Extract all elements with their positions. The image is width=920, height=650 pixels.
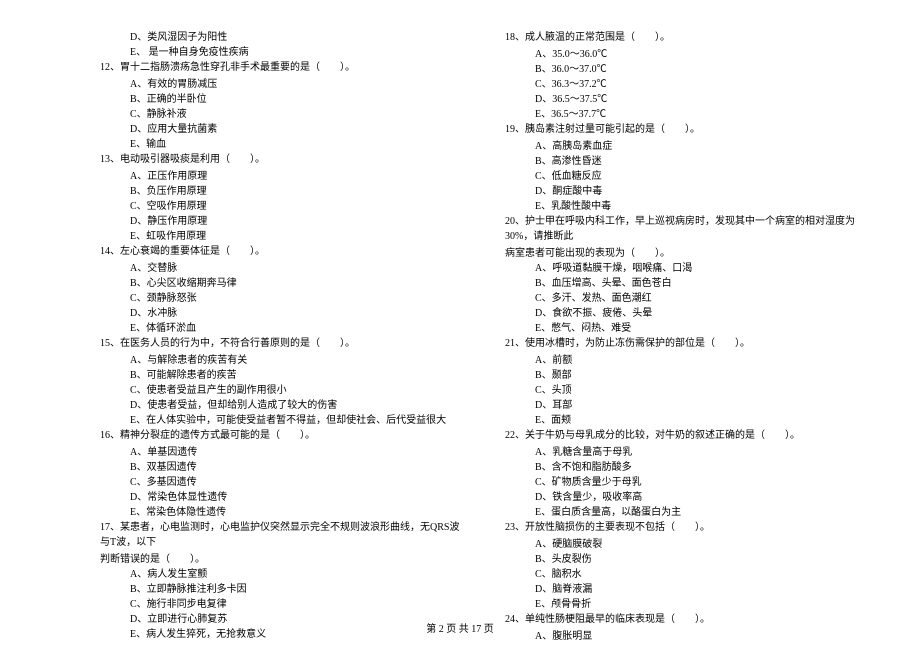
answer-option: A、交替脉 <box>100 261 465 276</box>
answer-option: B、心尖区收缩期奔马律 <box>100 276 465 291</box>
answer-option: D、耳部 <box>505 398 870 413</box>
question-text: 14、左心衰竭的重要体征是（ ）。 <box>100 244 465 259</box>
question-text: 19、胰岛素注射过量可能引起的是（ ）。 <box>505 122 870 137</box>
answer-option: A、正压作用原理 <box>100 169 465 184</box>
answer-option: A、病人发生室颤 <box>100 567 465 582</box>
question-text: 18、成人腋温的正常范围是（ ）。 <box>505 30 870 45</box>
answer-option: B、立即静脉推注利多卡因 <box>100 582 465 597</box>
answer-option: D、铁含量少，吸收率高 <box>505 490 870 505</box>
answer-option: C、低血糖反应 <box>505 169 870 184</box>
answer-option: A、硬脑膜破裂 <box>505 537 870 552</box>
question-text: 22、关于牛奶与母乳成分的比较，对牛奶的叙述正确的是（ ）。 <box>505 428 870 443</box>
answer-option: D、脑脊液漏 <box>505 582 870 597</box>
answer-option: A、35.0～36.0℃ <box>505 47 870 62</box>
question-continuation: 判断错误的是（ ）。 <box>100 552 465 567</box>
answer-option: C、36.3～37.2℃ <box>505 77 870 92</box>
answer-option: B、36.0～37.0℃ <box>505 62 870 77</box>
answer-option: E、常染色体隐性遗传 <box>100 505 465 520</box>
right-column: 18、成人腋温的正常范围是（ ）。 A、35.0～36.0℃B、36.0～37.0… <box>505 30 870 644</box>
question-continuation: 病室患者可能出现的表现为（ ）。 <box>505 246 870 261</box>
answer-option: D、酮症酸中毒 <box>505 184 870 199</box>
answer-option: C、空吸作用原理 <box>100 199 465 214</box>
answer-option: B、可能解除患者的疾苦 <box>100 368 465 383</box>
question-text: 15、在医务人员的行为中，不符合行善原则的是（ ）。 <box>100 336 465 351</box>
answer-option: C、颈静脉怒张 <box>100 291 465 306</box>
answer-option: E、输血 <box>100 137 465 152</box>
answer-option: B、头皮裂伤 <box>505 552 870 567</box>
answer-option: D、静压作用原理 <box>100 214 465 229</box>
answer-option: B、血压增高、头晕、面色苍白 <box>505 276 870 291</box>
answer-option: E、蛋白质含量高，以酪蛋白为主 <box>505 505 870 520</box>
answer-option: D、常染色体显性遗传 <box>100 490 465 505</box>
answer-option: A、单基因遗传 <box>100 445 465 460</box>
question-text: 12、胃十二指肠溃疡急性穿孔非手术最重要的是（ ）。 <box>100 60 465 75</box>
answer-option: E、乳酸性酸中毒 <box>505 199 870 214</box>
answer-option: C、矿物质含量少于母乳 <box>505 475 870 490</box>
answer-option: E、 是一种自身免疫性疾病 <box>100 45 465 60</box>
answer-option: A、乳糖含量高于母乳 <box>505 445 870 460</box>
answer-option: E、颅骨骨折 <box>505 597 870 612</box>
question-text: 20、护士甲在呼吸内科工作，早上巡视病房时，发现其中一个病室的相对湿度为30%，… <box>505 214 870 244</box>
answer-option: B、双基因遗传 <box>100 460 465 475</box>
question-text: 16、精神分裂症的遗传方式最可能的是（ ）。 <box>100 428 465 443</box>
answer-option: E、面颊 <box>505 413 870 428</box>
answer-option: B、负压作用原理 <box>100 184 465 199</box>
answer-option: C、多汗、发热、面色潮红 <box>505 291 870 306</box>
question-text: 13、电动吸引器吸痰是利用（ ）。 <box>100 152 465 167</box>
question-text: 17、某患者，心电监测时，心电监护仪突然显示完全不规则波浪形曲线，无QRS波与T… <box>100 520 465 550</box>
answer-option: A、与解除患者的疾苦有关 <box>100 353 465 368</box>
answer-option: D、使患者受益，但却给别人造成了较大的伤害 <box>100 398 465 413</box>
answer-option: D、类风湿因子为阳性 <box>100 30 465 45</box>
answer-option: C、使患者受益且产生的副作用很小 <box>100 383 465 398</box>
answer-option: B、颞部 <box>505 368 870 383</box>
answer-option: E、体循环淤血 <box>100 321 465 336</box>
answer-option: C、施行非同步电复律 <box>100 597 465 612</box>
answer-option: E、36.5～37.7℃ <box>505 107 870 122</box>
answer-option: E、憋气、闷热、难受 <box>505 321 870 336</box>
answer-option: A、呼吸道黏膜干燥，咽喉痛、口渴 <box>505 261 870 276</box>
page-footer: 第 2 页 共 17 页 <box>0 620 920 635</box>
question-text: 23、开放性脑损伤的主要表现不包括（ ）。 <box>505 520 870 535</box>
answer-option: B、含不饱和脂肪酸多 <box>505 460 870 475</box>
left-column: D、类风湿因子为阳性E、 是一种自身免疫性疾病12、胃十二指肠溃疡急性穿孔非手术… <box>100 30 465 644</box>
answer-option: D、水冲脉 <box>100 306 465 321</box>
answer-option: A、高胰岛素血症 <box>505 139 870 154</box>
answer-option: D、36.5～37.5℃ <box>505 92 870 107</box>
question-text: 21、使用冰槽时，为防止冻伤需保护的部位是（ ）。 <box>505 336 870 351</box>
answer-option: C、头顶 <box>505 383 870 398</box>
answer-option: E、虹吸作用原理 <box>100 229 465 244</box>
answer-option: C、静脉补液 <box>100 107 465 122</box>
answer-option: E、在人体实验中，可能使受益者暂不得益，但却使社会、后代受益很大 <box>100 413 465 428</box>
answer-option: C、多基因遗传 <box>100 475 465 490</box>
two-column-layout: D、类风湿因子为阳性E、 是一种自身免疫性疾病12、胃十二指肠溃疡急性穿孔非手术… <box>100 30 870 644</box>
answer-option: B、高渗性昏迷 <box>505 154 870 169</box>
answer-option: A、有效的胃肠减压 <box>100 77 465 92</box>
answer-option: D、应用大量抗菌素 <box>100 122 465 137</box>
answer-option: C、脑积水 <box>505 567 870 582</box>
answer-option: B、正确的半卧位 <box>100 92 465 107</box>
answer-option: D、食欲不振、疲倦、头晕 <box>505 306 870 321</box>
answer-option: A、前额 <box>505 353 870 368</box>
